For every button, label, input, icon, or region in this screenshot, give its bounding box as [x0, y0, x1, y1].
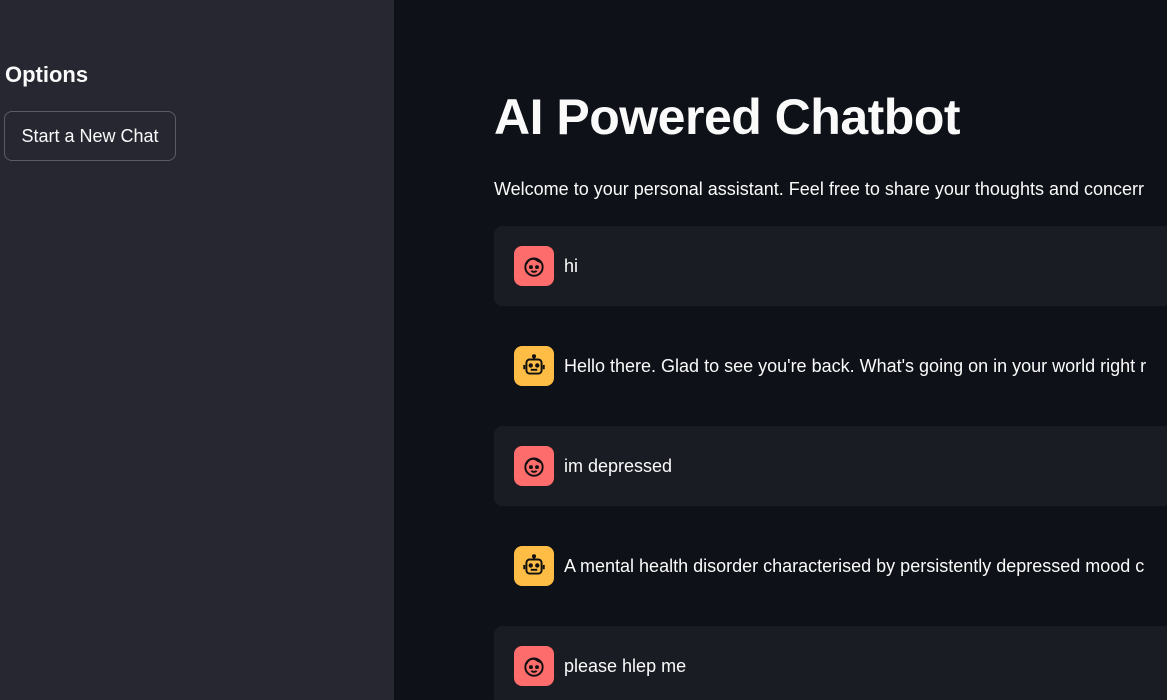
app: Options Start a New Chat AI Powered Chat… [0, 0, 1167, 700]
chat-message-user: hi [494, 226, 1167, 306]
assistant-avatar [514, 546, 554, 586]
robot-icon [523, 554, 545, 575]
assistant-avatar [514, 346, 554, 386]
message-text: please hlep me [564, 655, 687, 676]
sidebar: Options Start a New Chat [0, 0, 394, 700]
robot-icon [523, 354, 545, 375]
message-text: hi [564, 255, 579, 276]
chat-message-user: please hlep me [494, 626, 1167, 700]
face-icon [524, 257, 544, 277]
chat-message-assistant: A mental health disorder characterised b… [494, 526, 1167, 606]
user-avatar [514, 446, 554, 486]
message-text: Hello there. Glad to see you're back. Wh… [564, 355, 1147, 376]
chat-message-assistant: Hello there. Glad to see you're back. Wh… [494, 326, 1167, 406]
sidebar-title: Options [5, 62, 89, 87]
main-content: AI Powered Chatbot Welcome to your perso… [394, 0, 1167, 700]
face-icon [524, 657, 544, 677]
user-avatar [514, 246, 554, 286]
start-new-chat-button[interactable]: Start a New Chat [4, 111, 176, 161]
page-title: AI Powered Chatbot [494, 89, 961, 145]
face-icon [524, 457, 544, 477]
chat-message-user: im depressed [494, 426, 1167, 506]
user-avatar [514, 646, 554, 686]
welcome-text: Welcome to your personal assistant. Feel… [494, 179, 1145, 199]
message-text: A mental health disorder characterised b… [564, 555, 1145, 576]
message-text: im depressed [564, 455, 673, 476]
chat-message-list: hi Hello there. Glad to see you're back.… [494, 226, 1167, 700]
